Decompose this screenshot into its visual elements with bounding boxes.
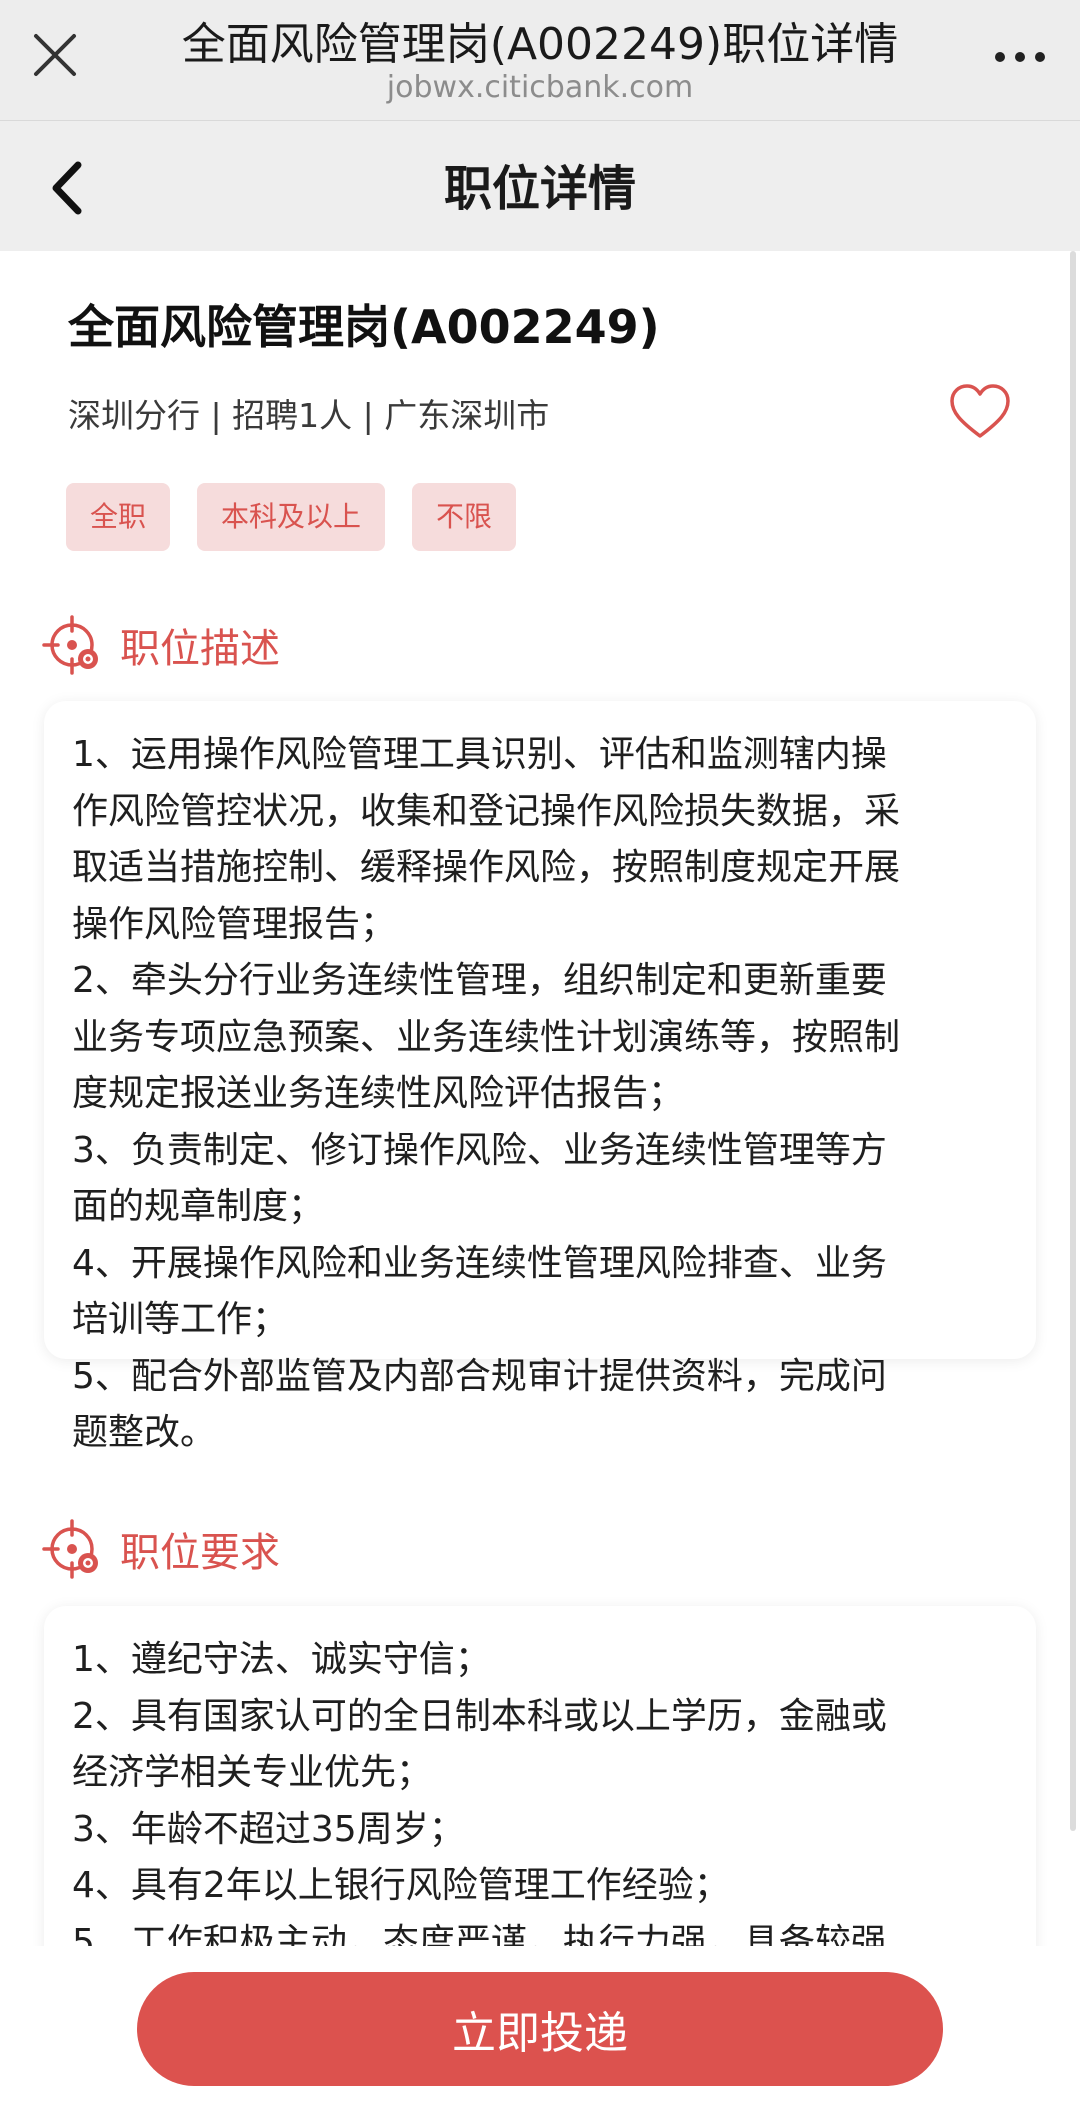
description-header: 职位描述 (42, 613, 280, 677)
more-icon[interactable] (990, 42, 1050, 72)
job-meta: 深圳分行 | 招聘1人 | 广东深圳市 (68, 396, 550, 435)
close-icon[interactable] (30, 30, 80, 80)
description-card: 1、运用操作风险管理工具识别、评估和监测辖内操 作风险管控状况，收集和登记操作风… (44, 701, 1036, 1453)
description-line: 面的规章制度； (72, 1186, 325, 1227)
description-title: 职位描述 (120, 626, 280, 672)
requirement-line: 经济学相关专业优先； (72, 1752, 433, 1793)
description-line: 操作风险管理报告； (72, 903, 397, 945)
browser-bar: 全面风险管理岗(A002249)职位详情 jobwx.citicbank.com (0, 0, 1080, 121)
requirement-line: 2、具有国家认可的全日制本科或以上学历，金融或 (72, 1695, 887, 1737)
job-tags: 全职 本科及以上 不限 (66, 483, 517, 551)
page-header: 职位详情 (0, 121, 1080, 251)
requirement-line: 5、工作积极主动，态度严谨，执行力强，具备较强 (72, 1921, 887, 1947)
job-content: 全面风险管理岗(A002249) 深圳分行 | 招聘1人 | 广东深圳市 全职 … (0, 251, 1080, 1946)
requirement-line: 3、年龄不超过35周岁； (72, 1808, 465, 1850)
description-line: 度规定报送业务连续性风险评估报告； (72, 1073, 685, 1114)
description-line: 2、牵头分行业务连续性管理，组织制定和更新重要 (72, 960, 887, 1001)
description-line: 1、运用操作风险管理工具识别、评估和监测辖内操 (72, 734, 887, 775)
target-icon (42, 615, 98, 675)
description-line: 取适当措施控制、缓释操作风险，按照制度规定开展 (72, 847, 901, 888)
browser-title: 全面风险管理岗(A002249)职位详情 (181, 19, 899, 70)
requirement-line: 4、具有2年以上银行风险管理工作经验； (72, 1865, 730, 1906)
tag-employment-type: 全职 (66, 483, 171, 551)
description-line: 培训等工作； (72, 1299, 289, 1340)
description-line: 5、配合外部监管及内部合规审计提供资料，完成问 (72, 1355, 887, 1397)
job-title: 全面风险管理岗(A002249) (68, 300, 660, 354)
tag-education: 本科及以上 (197, 483, 386, 551)
requirements-title: 职位要求 (120, 1530, 280, 1576)
description-line: 业务专项应急预案、业务连续性计划演练等，按照制 (72, 1016, 901, 1058)
requirements-header: 职位要求 (42, 1517, 280, 1581)
requirement-line: 1、遵纪守法、诚实守信； (72, 1639, 491, 1680)
bottom-action-bar: 立即投递 (0, 1946, 1080, 2105)
description-line: 3、负责制定、修订操作风险、业务连续性管理等方 (72, 1129, 887, 1171)
browser-url: jobwx.citicbank.com (386, 70, 694, 105)
scrollbar[interactable] (1070, 251, 1076, 1831)
description-line: 题整改。 (72, 1412, 217, 1453)
apply-button[interactable]: 立即投递 (137, 1972, 943, 2086)
tag-experience: 不限 (412, 483, 517, 551)
heart-icon[interactable] (948, 381, 1012, 445)
description-line: 4、开展操作风险和业务连续性管理风险排查、业务 (72, 1242, 887, 1284)
description-line: 作风险管控状况，收集和登记操作风险损失数据，采 (72, 790, 901, 832)
page-title: 职位详情 (443, 161, 636, 217)
target-icon (42, 1519, 98, 1579)
requirements-card: 1、遵纪守法、诚实守信； 2、具有国家认可的全日制本科或以上学历，金融或 经济学… (44, 1606, 1036, 1946)
